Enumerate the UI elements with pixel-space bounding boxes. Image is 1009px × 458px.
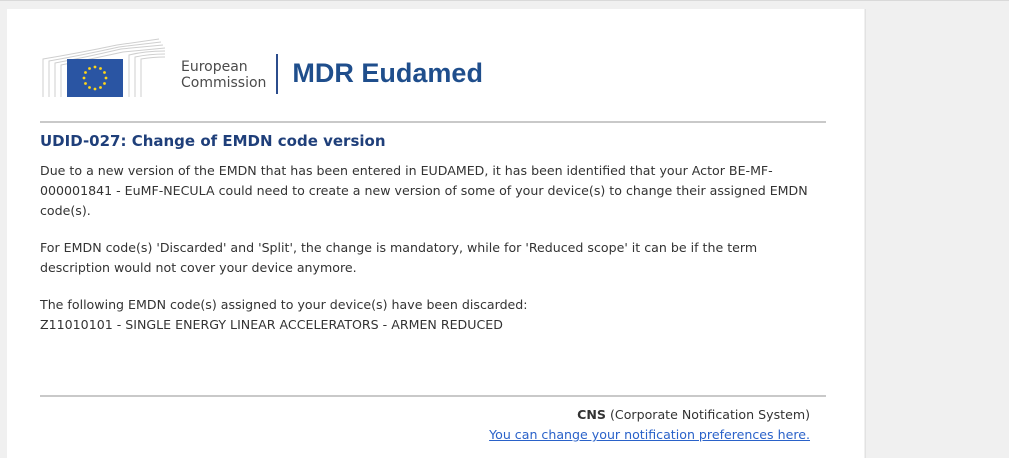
org-name-line2: Commission — [181, 75, 267, 91]
org-name-line1: European — [181, 59, 248, 75]
header-rule — [40, 121, 826, 123]
european-commission-logo-icon — [39, 37, 167, 99]
notification-body: Due to a new version of the EMDN that ha… — [40, 161, 830, 335]
system-short-name: CNS — [577, 407, 606, 422]
email-header: European Commission MDR Eudamed — [39, 37, 483, 99]
side-panel — [865, 9, 1009, 458]
app-name: MDR Eudamed — [292, 57, 483, 88]
body-paragraph-1: Due to a new version of the EMDN that ha… — [40, 163, 808, 218]
discarded-code-item: Z11010101 - SINGLE ENERGY LINEAR ACCELER… — [40, 317, 503, 332]
footer-rule — [40, 395, 826, 397]
notification-email: European Commission MDR Eudamed UDID-027… — [7, 9, 864, 458]
system-credit: CNS (Corporate Notification System) — [489, 405, 810, 425]
notification-title: UDID-027: Change of EMDN code version — [40, 132, 386, 150]
email-viewer: European Commission MDR Eudamed UDID-027… — [0, 0, 1009, 458]
discarded-intro: The following EMDN code(s) assigned to y… — [40, 297, 528, 312]
system-full-name: (Corporate Notification System) — [605, 407, 810, 422]
header-divider — [276, 54, 279, 94]
notification-preferences-link[interactable]: You can change your notification prefere… — [489, 427, 810, 442]
body-paragraph-2: For EMDN code(s) 'Discarded' and 'Split'… — [40, 240, 758, 275]
discarded-section: The following EMDN code(s) assigned to y… — [40, 295, 830, 335]
email-footer: CNS (Corporate Notification System) You … — [489, 405, 810, 445]
organization-name: European Commission — [181, 45, 266, 91]
eu-flag-icon — [67, 59, 123, 97]
